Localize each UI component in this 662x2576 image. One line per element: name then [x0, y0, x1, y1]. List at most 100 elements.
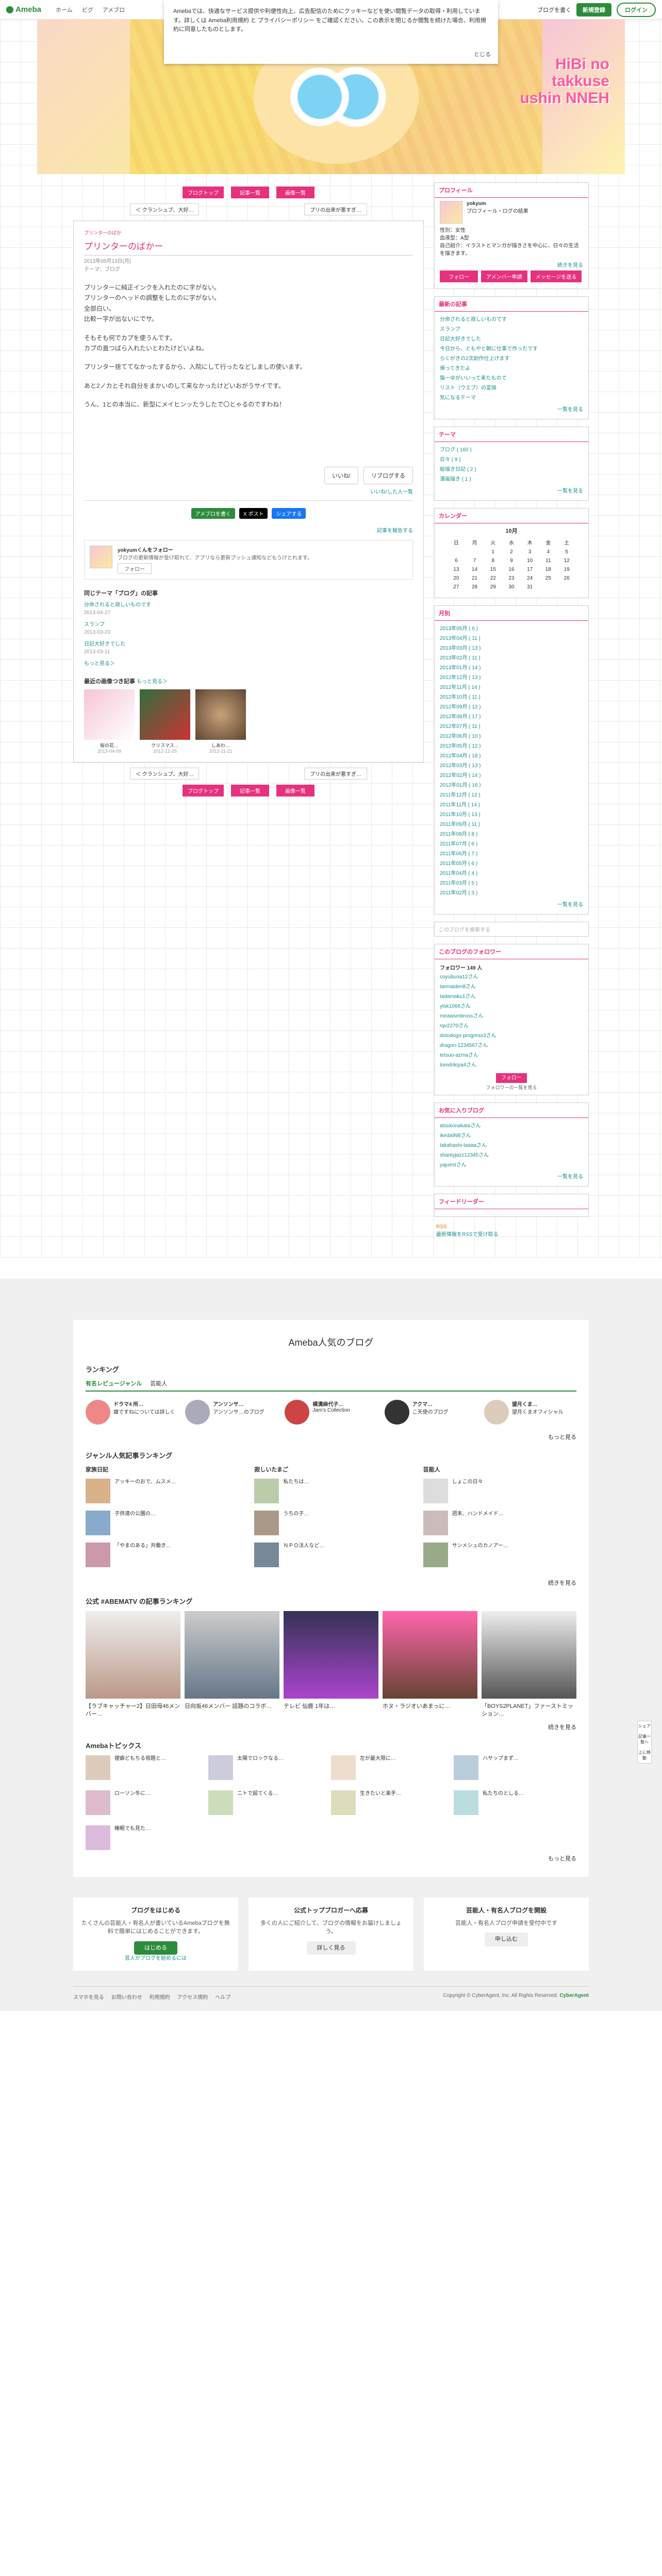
list-item[interactable]: 2011年03月 ( 5 ): [435, 878, 588, 888]
top-blogger-button[interactable]: 詳しく見る: [306, 1941, 356, 1955]
follow-button[interactable]: フォロー: [496, 1073, 527, 1083]
list-item[interactable]: rqv2270さん: [435, 1021, 588, 1031]
thumb-item[interactable]: 桜の花… 2013-04-09: [84, 689, 135, 754]
footer-link[interactable]: アクセス規約: [177, 1993, 208, 2001]
list-item[interactable]: 日々 ( 9 ): [435, 455, 588, 465]
list-item[interactable]: ハサップまず…: [454, 1755, 576, 1780]
list-item[interactable]: 私たちのとしる…: [454, 1790, 576, 1815]
list-item[interactable]: 今日から、ともやと朝に仕事で作ったです: [435, 344, 588, 354]
next-article-link[interactable]: プリの出来が悪すぎ…: [304, 767, 367, 779]
list-item[interactable]: 帰ってきたよ: [435, 364, 588, 374]
list-item[interactable]: 2012年04月 ( 18 ): [435, 751, 588, 761]
ranking-more[interactable]: もっと見る: [86, 1433, 576, 1441]
list-item[interactable]: 2011年06月 ( 7 ): [435, 849, 588, 859]
like-button[interactable]: いいね!: [324, 466, 358, 484]
list-item[interactable]: 睡眠でも見た…: [86, 1825, 208, 1850]
list-item[interactable]: 2011年04月 ( 4 ): [435, 869, 588, 878]
list-item[interactable]: 「BOYS2PLANET」ファーストミッション…: [482, 1611, 576, 1719]
list-item[interactable]: 猫ーゆがいいって来たもので: [435, 374, 588, 383]
list-item[interactable]: 子供達の公園の…: [86, 1511, 239, 1535]
list-item[interactable]: 日記大好きでした 2013-03-11: [84, 640, 413, 656]
list-item[interactable]: tomdrikiya4さん: [435, 1060, 588, 1070]
list-item[interactable]: スランプ: [435, 325, 588, 334]
tab-review[interactable]: 有名レビュージャンル: [86, 1379, 142, 1387]
list-item[interactable]: 2012年12月 ( 13 ): [435, 673, 588, 683]
list-item[interactable]: うちの子…: [254, 1511, 407, 1535]
related-more-link[interactable]: もっと見る＞: [84, 660, 413, 668]
genre-col-heading[interactable]: 家族日記: [86, 1465, 239, 1473]
list-item[interactable]: 2012年11月 ( 14 ): [435, 683, 588, 692]
float-list[interactable]: 記事一覧へ: [638, 1734, 651, 1745]
list-item[interactable]: 日記大好きでした: [435, 334, 588, 344]
list-item[interactable]: 漫画描き ( 1 ): [435, 474, 588, 484]
float-top[interactable]: 上に移動: [638, 1750, 651, 1761]
list-item[interactable]: しょこの日々: [423, 1479, 576, 1503]
list-item[interactable]: shantyjazz12345さん: [435, 1150, 588, 1160]
liked-users-link[interactable]: いいね!した人一覧: [84, 487, 413, 495]
list-item[interactable]: 2013年04月 ( 11 ): [435, 634, 588, 643]
list-item[interactable]: coyubuna12さん: [435, 972, 588, 982]
list-item[interactable]: atsukonakataさん: [435, 1121, 588, 1131]
blog-top-button[interactable]: ブログトップ: [183, 784, 224, 796]
list-item[interactable]: ローソン冬に…: [86, 1790, 208, 1815]
list-item[interactable]: 太陽でロックなる…: [208, 1755, 331, 1780]
thumb-item[interactable]: クリスマス… 2012-12-25: [140, 689, 190, 754]
list-item[interactable]: らくがきの2次創作仕上げます: [435, 354, 588, 364]
list-item[interactable]: 2012年09月 ( 12 ): [435, 702, 588, 712]
thumb-item[interactable]: しあわ… 2012-11-21: [195, 689, 246, 754]
list-item[interactable]: dotodogo-progress3さん: [435, 1031, 588, 1041]
list-item[interactable]: 絵描き日記 ( 2 ): [435, 465, 588, 474]
message-button[interactable]: メッセージを送る: [530, 270, 582, 282]
blog-search-input[interactable]: このブログを検索する: [434, 922, 589, 937]
list-item[interactable]: 【ラブキャッチャー2】日田母46メンバー…: [86, 1611, 180, 1719]
amember-button[interactable]: アメンバー申請: [481, 270, 527, 282]
footer-link[interactable]: お問い合わせ: [111, 1993, 142, 2001]
list-item[interactable]: テレビ 仙鹿 1年は…: [284, 1611, 378, 1719]
footer-link[interactable]: ヘルプ: [215, 1993, 230, 2001]
follow-button[interactable]: フォロー: [118, 563, 152, 574]
list-item[interactable]: サンメシュのカノアー…: [423, 1543, 576, 1567]
genre-col-heading[interactable]: 芸能人: [423, 1465, 576, 1473]
cyberagent-logo[interactable]: CyberAgent: [559, 1993, 589, 1998]
rss-link[interactable]: 最新情報をRSSで受け取る: [436, 1230, 587, 1238]
list-item[interactable]: 「やまのある」共働き…: [86, 1543, 239, 1567]
list-item[interactable]: tadamaku1さん: [435, 992, 588, 1002]
topics-more[interactable]: もっと見る: [86, 1854, 576, 1862]
register-button[interactable]: 新規登録: [576, 3, 611, 16]
next-article-link[interactable]: プリの出来が悪すぎ…: [304, 204, 367, 215]
article-title[interactable]: プリンターのばかー: [84, 239, 413, 256]
prev-article-link[interactable]: ＜ クランシュブ、大好…: [130, 204, 200, 215]
list-item[interactable]: 2012年01月 ( 16 ): [435, 781, 588, 790]
tab-celebrity[interactable]: 芸能人: [150, 1379, 167, 1387]
newest-more[interactable]: 一覧を見る: [435, 403, 588, 415]
ameba-logo[interactable]: Ameba: [6, 5, 41, 14]
footer-link[interactable]: スマホを見る: [73, 1993, 104, 2001]
list-item[interactable]: ニトで超てくる…: [208, 1790, 331, 1815]
list-item[interactable]: 2012年02月 ( 14 ): [435, 771, 588, 781]
list-item[interactable]: 横溝麻代子… Jam's Collection: [285, 1400, 377, 1425]
article-theme[interactable]: テーマ：ブログ: [84, 266, 413, 274]
list-item[interactable]: ＮＰＯ法人など…: [254, 1543, 407, 1567]
list-item[interactable]: 2012年06月 ( 10 ): [435, 732, 588, 741]
list-item[interactable]: tetsuo-azmaさん: [435, 1050, 588, 1060]
list-item[interactable]: アンソンサ… アンソンサ…のブログ: [185, 1400, 277, 1425]
share-ameblo-button[interactable]: アメブロを書く: [191, 507, 236, 519]
archive-more[interactable]: 一覧を見る: [435, 898, 588, 910]
list-item[interactable]: 2011年12月 ( 12 ): [435, 790, 588, 800]
list-item[interactable]: 2012年03月 ( 13 ): [435, 761, 588, 771]
list-item[interactable]: 望月くま… 望月くまオフィシャル: [484, 1400, 576, 1425]
follow-button[interactable]: フォロー: [440, 270, 478, 282]
avatar[interactable]: [90, 545, 112, 568]
profile-more[interactable]: 続きを見る: [435, 261, 588, 268]
list-item[interactable]: mirawsmbrossさん: [435, 1011, 588, 1021]
nav-pigg[interactable]: ピグ: [82, 6, 93, 14]
report-link[interactable]: 記事を報告する: [84, 526, 413, 534]
list-item[interactable]: ytsk1066さん: [435, 1002, 588, 1011]
image-list-button[interactable]: 画像一覧: [276, 784, 315, 796]
list-item[interactable]: 寝癖どもちる宿題と…: [86, 1755, 208, 1780]
list-item[interactable]: 2013年05月 ( 6 ): [435, 624, 588, 634]
footer-link[interactable]: 利用規約: [150, 1993, 170, 2001]
list-item[interactable]: 2012年05月 ( 12 ): [435, 741, 588, 751]
list-item[interactable]: 2012年07月 ( 11 ): [435, 722, 588, 732]
start-blog-button[interactable]: はじめる: [134, 1941, 177, 1955]
